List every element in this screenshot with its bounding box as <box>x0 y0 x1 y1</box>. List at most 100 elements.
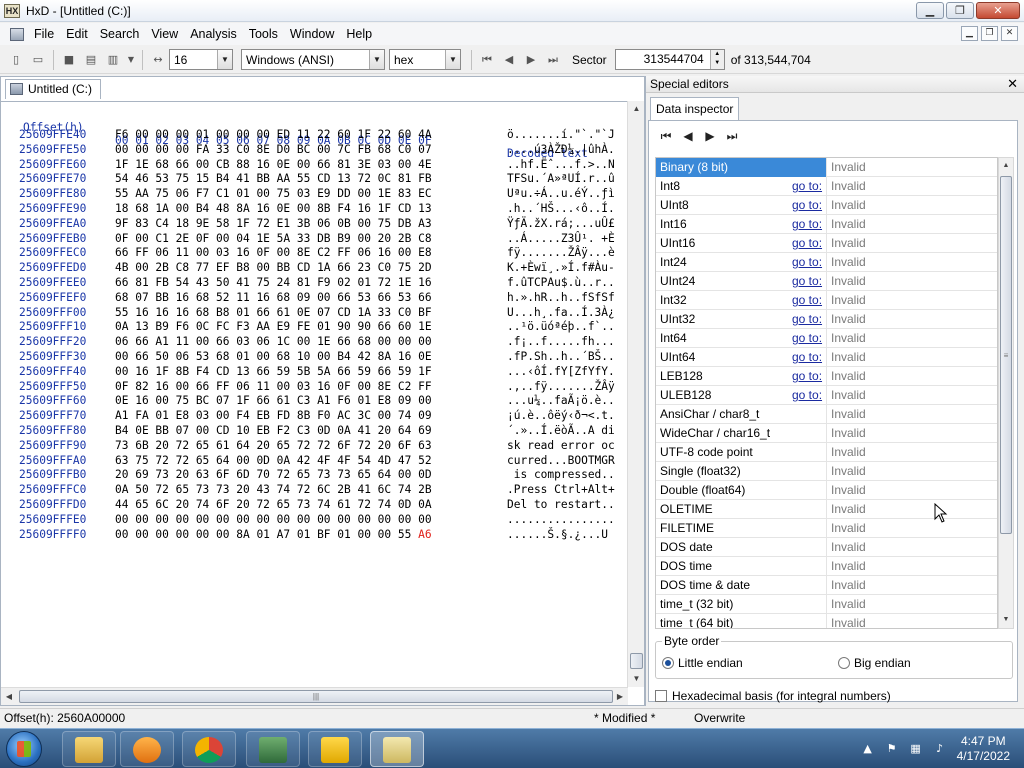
media-player-taskbar-button[interactable] <box>120 731 174 767</box>
clock[interactable]: 4:47 PM 4/17/2022 <box>957 734 1010 764</box>
menu-search[interactable]: Search <box>94 23 146 45</box>
inspector-row[interactable]: time_t (32 bit) Invalid <box>656 595 997 614</box>
offset-base-select[interactable]: hex ▼ <box>389 49 461 70</box>
row-hex-bytes[interactable]: 18 68 1A 00 B4 48 8A 16 0E 00 8B F4 16 1… <box>115 202 432 216</box>
hex-horizontal-scrollbar[interactable]: ◀ ||| ▶ <box>1 687 628 705</box>
goto-link[interactable]: go to: <box>792 253 822 271</box>
hxd-taskbar-button[interactable] <box>370 731 424 767</box>
row-decoded-text[interactable]: TFSu.´A»ªUÍ.r..û <box>507 172 615 186</box>
explorer-taskbar-button[interactable] <box>62 731 116 767</box>
little-endian-radio[interactable]: Little endian <box>662 656 743 670</box>
inspector-value[interactable]: Invalid <box>826 329 997 348</box>
next-icon[interactable]: ▶ <box>703 129 717 143</box>
inspector-row[interactable]: DOS time & date Invalid <box>656 576 997 595</box>
inspector-row[interactable]: Binary (8 bit) Invalid <box>656 158 997 177</box>
inspector-row[interactable]: DOS date Invalid <box>656 538 997 557</box>
scroll-thumb[interactable] <box>630 653 643 669</box>
inspector-value[interactable]: Invalid <box>826 481 997 500</box>
row-hex-bytes[interactable]: 1F 1E 68 66 00 CB 88 16 0E 00 66 81 3E 0… <box>115 158 432 172</box>
inspector-row[interactable]: UInt8 go to: Invalid <box>656 196 997 215</box>
tab-untitled[interactable]: Untitled (C:) <box>5 79 102 99</box>
scroll-thumb[interactable]: ||| <box>19 690 613 703</box>
inspector-value[interactable]: Invalid <box>826 215 997 234</box>
row-hex-bytes[interactable]: 00 00 00 00 00 00 8A 01 A7 01 BF 01 00 0… <box>115 528 432 542</box>
row-decoded-text[interactable]: sk read error oc <box>507 439 615 453</box>
row-decoded-text[interactable]: is compressed.. <box>507 468 615 482</box>
inspector-row[interactable]: Double (float64) Invalid <box>656 481 997 500</box>
save-icon[interactable]: ■ <box>61 52 77 68</box>
dropdown-arrow-icon[interactable]: ▼ <box>127 52 135 68</box>
inspector-value[interactable]: Invalid <box>826 253 997 272</box>
row-hex-bytes[interactable]: 20 69 73 20 63 6F 6D 70 72 65 73 73 65 6… <box>115 468 432 482</box>
inspector-row[interactable]: Int32 go to: Invalid <box>656 291 997 310</box>
inspector-value[interactable]: Invalid <box>826 291 997 310</box>
bytes-per-row-select[interactable]: 16 ▼ <box>169 49 233 70</box>
row-hex-bytes[interactable]: F6 00 00 00 01 00 00 00 ED 11 22 60 1F 2… <box>115 128 432 142</box>
mdi-minimize-button[interactable]: ▁ <box>961 26 978 41</box>
goto-link[interactable]: go to: <box>792 234 822 252</box>
row-decoded-text[interactable]: ´.»..Í.ëòÃ..A di <box>507 424 615 438</box>
row-decoded-text[interactable]: .f¡..f.....fh... <box>507 335 615 349</box>
row-decoded-text[interactable]: ö.......í."`."`J <box>507 128 615 142</box>
goto-link[interactable]: go to: <box>792 177 822 195</box>
inspector-value[interactable]: Invalid <box>826 557 997 576</box>
row-hex-bytes[interactable]: 44 65 6C 20 74 6F 20 72 65 73 74 61 72 7… <box>115 498 432 512</box>
scroll-left-icon[interactable]: ◀ <box>1 688 17 705</box>
row-hex-bytes[interactable]: 55 16 16 16 68 B8 01 66 61 0E 07 CD 1A 3… <box>115 306 432 320</box>
inspector-row[interactable]: Int64 go to: Invalid <box>656 329 997 348</box>
last-sector-icon[interactable]: ⏭ <box>545 52 561 68</box>
sector-input[interactable]: 313544704 ▲ ▼ <box>614 49 725 70</box>
row-decoded-text[interactable]: ....ú3ÀŽÐ¼.|ûhÀ. <box>507 143 615 157</box>
inspector-value[interactable]: Invalid <box>826 519 997 538</box>
row-hex-bytes[interactable]: 0E 16 00 75 BC 07 1F 66 61 C3 A1 F6 01 E… <box>115 394 432 408</box>
menu-help[interactable]: Help <box>340 23 378 45</box>
row-decoded-text[interactable]: h.».hR..h..fSfSf <box>507 291 615 305</box>
row-hex-bytes[interactable]: 00 16 1F 8B F4 CD 13 66 59 5B 5A 66 59 6… <box>115 365 432 379</box>
previous-icon[interactable]: ◀ <box>681 129 695 143</box>
row-decoded-text[interactable]: U...h¸.fa..Í.3À¿ <box>507 306 615 320</box>
goto-link[interactable]: go to: <box>792 310 822 328</box>
print-icon[interactable]: ▤ <box>83 52 99 68</box>
menu-tools[interactable]: Tools <box>243 23 284 45</box>
new-file-icon[interactable]: ▯ <box>8 52 24 68</box>
checkbox-icon[interactable] <box>655 690 667 702</box>
inspector-row[interactable]: UInt24 go to: Invalid <box>656 272 997 291</box>
inspector-value[interactable]: Invalid <box>826 348 997 367</box>
document-icon[interactable] <box>10 27 24 41</box>
inspector-row[interactable]: Int8 go to: Invalid <box>656 177 997 196</box>
goto-link[interactable]: go to: <box>792 291 822 309</box>
inspector-value[interactable]: Invalid <box>826 405 997 424</box>
row-hex-bytes[interactable]: 00 00 00 00 FA 33 C0 8E D0 BC 00 7C FB 6… <box>115 143 432 157</box>
goto-link[interactable]: go to: <box>792 348 822 366</box>
row-decoded-text[interactable]: .‚..fÿ.......ŽÂÿ <box>507 380 615 394</box>
row-decoded-text[interactable]: ..¹ö.üóªéþ..f`.. <box>507 320 615 334</box>
row-hex-bytes[interactable]: 00 00 00 00 00 00 00 00 00 00 00 00 00 0… <box>115 513 432 527</box>
row-hex-bytes[interactable]: B4 0E BB 07 00 CD 10 EB F2 C3 0D 0A 41 2… <box>115 424 432 438</box>
inspector-row[interactable]: UInt16 go to: Invalid <box>656 234 997 253</box>
selected-byte[interactable]: A6 <box>418 528 431 541</box>
menu-edit[interactable]: Edit <box>60 23 94 45</box>
scroll-down-icon[interactable]: ▼ <box>628 671 645 687</box>
row-hex-bytes[interactable]: 68 07 BB 16 68 52 11 16 68 09 00 66 53 6… <box>115 291 432 305</box>
last-icon[interactable]: ⏭ <box>725 129 739 143</box>
next-sector-icon[interactable]: ▶ <box>523 52 539 68</box>
row-hex-bytes[interactable]: 55 AA 75 06 F7 C1 01 00 75 03 E9 DD 00 1… <box>115 187 432 201</box>
menu-file[interactable]: File <box>28 23 60 45</box>
row-decoded-text[interactable]: Del to restart.. <box>507 498 615 512</box>
menu-window[interactable]: Window <box>284 23 340 45</box>
row-decoded-text[interactable]: ..Á.....Z3Û¹. +È <box>507 232 615 246</box>
row-decoded-text[interactable]: ................ <box>507 513 615 527</box>
device-manager-taskbar-button[interactable] <box>246 731 300 767</box>
inspector-value[interactable]: Invalid <box>826 595 997 614</box>
sector-spinner[interactable]: ▲ ▼ <box>709 50 724 69</box>
first-icon[interactable]: ⏮ <box>659 129 673 143</box>
inspector-value[interactable]: Invalid <box>826 500 997 519</box>
scroll-right-icon[interactable]: ▶ <box>612 688 628 705</box>
row-hex-bytes[interactable]: A1 FA 01 E8 03 00 F4 EB FD 8B F0 AC 3C 0… <box>115 409 432 423</box>
inspector-value[interactable]: Invalid <box>826 538 997 557</box>
inspector-value[interactable]: Invalid <box>826 272 997 291</box>
row-decoded-text[interactable]: .fP.Sh..h..´BŠ.. <box>507 350 615 364</box>
row-decoded-text[interactable]: fÿ.......ŽÂÿ...è <box>507 246 615 260</box>
hex-basis-checkbox[interactable]: Hexadecimal basis (for integral numbers) <box>655 689 891 703</box>
tab-data-inspector[interactable]: Data inspector <box>650 97 740 121</box>
